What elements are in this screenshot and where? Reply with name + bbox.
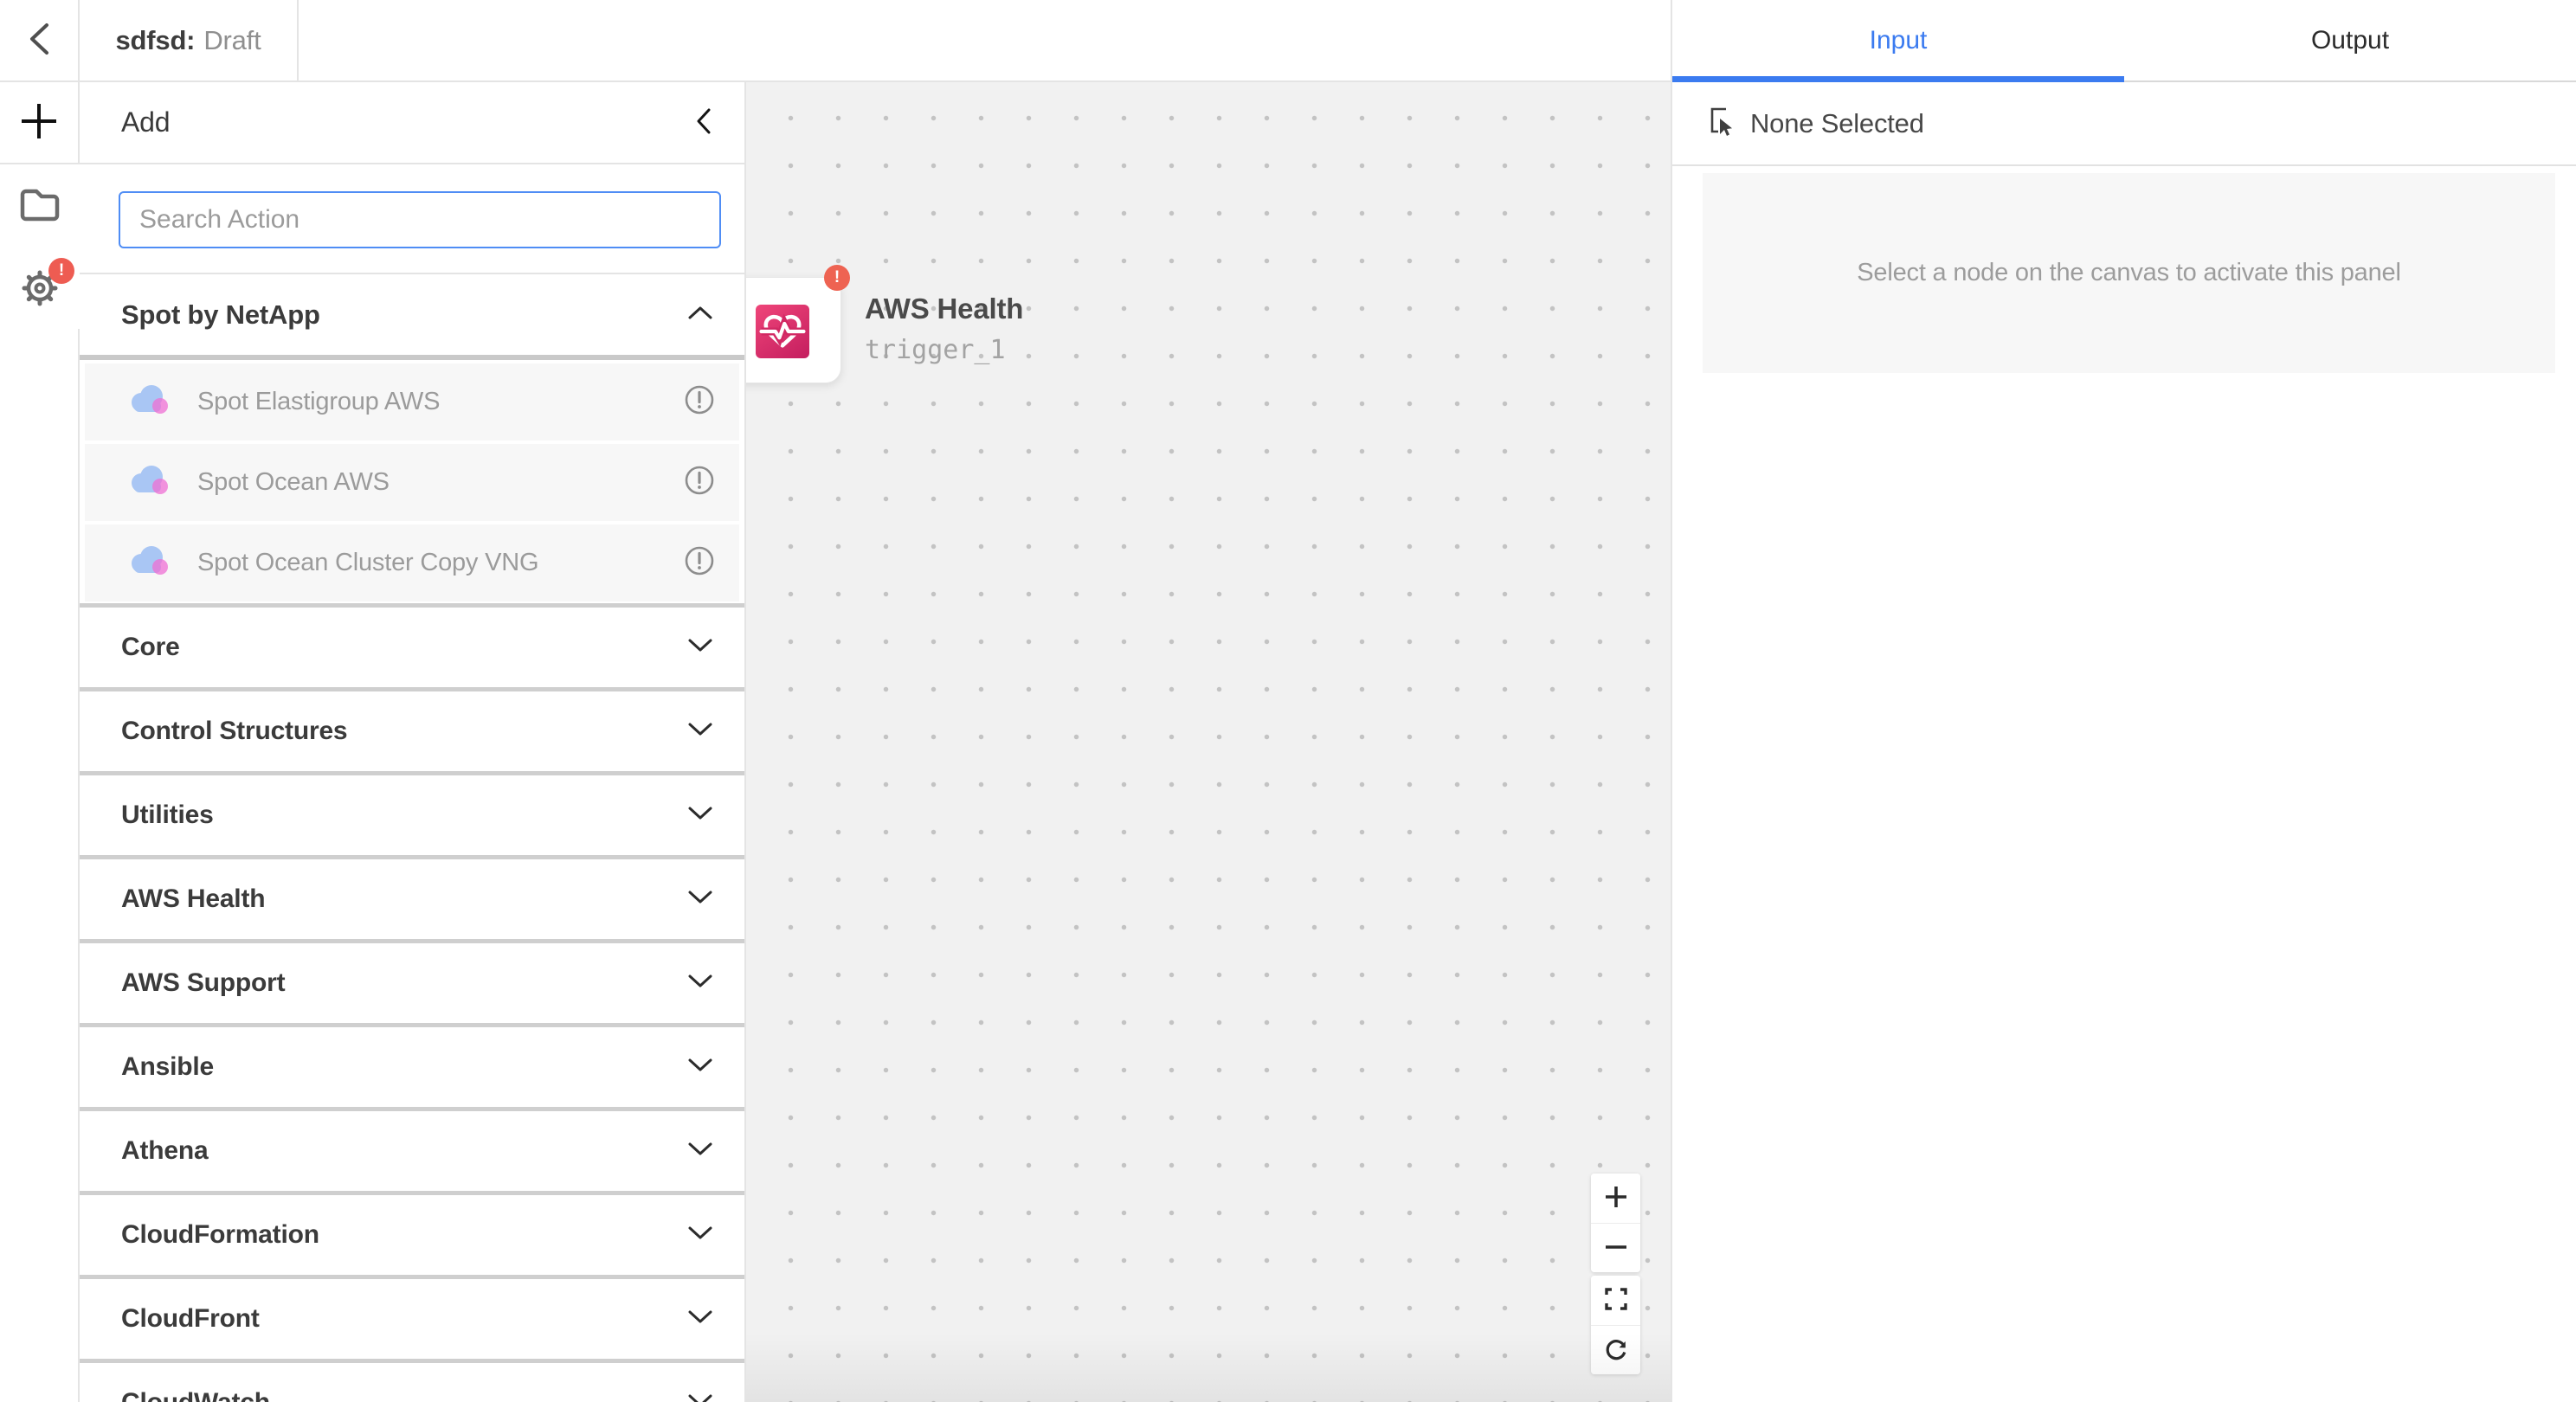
action-item-label: Spot Ocean Cluster Copy VNG <box>197 549 684 577</box>
section-label: CloudFront <box>121 1304 260 1334</box>
canvas-bottom-fade <box>746 1333 1671 1402</box>
zoom-controls <box>1591 1174 1640 1272</box>
info-circle-icon <box>684 545 715 581</box>
active-tab-underline <box>1672 76 2124 82</box>
inspector-empty-state: Select a node on the canvas to activate … <box>1703 173 2555 373</box>
fullscreen-icon <box>1604 1287 1628 1314</box>
zoom-in-button[interactable] <box>1591 1174 1640 1223</box>
cloud-icon <box>128 464 171 501</box>
fit-view-button[interactable] <box>1591 1276 1640 1325</box>
section-aws-health[interactable]: AWS Health <box>80 859 744 939</box>
settings-button[interactable]: ! <box>0 247 80 329</box>
workflow-name: sdfsd: <box>116 25 196 56</box>
chevron-left-icon <box>23 18 55 62</box>
action-item-label: Spot Elastigroup AWS <box>197 388 684 416</box>
node-inspector-panel: Input Output None Selected Select a node… <box>1671 0 2576 1402</box>
chevron-down-icon <box>687 806 713 825</box>
folder-icon <box>19 186 61 225</box>
section-label: CloudWatch <box>121 1388 270 1402</box>
chevron-down-icon <box>687 1309 713 1328</box>
chevron-down-icon <box>687 1142 713 1161</box>
chevron-down-icon <box>687 1393 713 1402</box>
sidebar-header: Add <box>80 82 744 164</box>
workflow-status: Draft <box>203 25 261 56</box>
section-label: Spot by NetApp <box>121 299 320 331</box>
minus-icon <box>1603 1234 1629 1263</box>
section-cloudformation[interactable]: CloudFormation <box>80 1195 744 1275</box>
section-cloudfront[interactable]: CloudFront <box>80 1279 744 1359</box>
plus-icon <box>1603 1184 1629 1212</box>
cloud-icon <box>128 383 171 421</box>
action-item-spot-ocean-cluster-copy-vng[interactable]: Spot Ocean Cluster Copy VNG <box>85 524 739 601</box>
tab-input[interactable]: Input <box>1672 0 2124 80</box>
section-divider <box>80 355 744 360</box>
chevron-down-icon <box>687 1058 713 1077</box>
chevron-down-icon <box>687 890 713 909</box>
back-button[interactable] <box>0 0 80 80</box>
chevron-down-icon <box>687 974 713 993</box>
aws-health-heartbeat-icon <box>756 305 809 358</box>
section-ansible[interactable]: Ansible <box>80 1027 744 1107</box>
section-label: Ansible <box>121 1052 214 1082</box>
chevron-down-icon <box>687 722 713 741</box>
section-label: Utilities <box>121 801 214 830</box>
refresh-icon <box>1603 1336 1629 1365</box>
collapse-sidebar-button[interactable] <box>694 106 713 138</box>
sidebar-title: Add <box>121 106 170 138</box>
workflows-folder-button[interactable] <box>0 164 80 247</box>
info-circle-icon <box>684 465 715 500</box>
cursor-select-icon <box>1707 106 1735 141</box>
workflow-title: sdfsd:Draft <box>80 0 299 80</box>
node-id: trigger_1 <box>865 335 1006 365</box>
tab-output[interactable]: Output <box>2124 0 2576 80</box>
chevron-up-icon <box>687 305 713 325</box>
search-action-input[interactable] <box>119 191 721 248</box>
info-circle-icon <box>684 384 715 420</box>
section-control-structures[interactable]: Control Structures <box>80 691 744 771</box>
cloud-icon <box>128 544 171 582</box>
sidebar-search-section <box>80 164 744 274</box>
selection-status-label: None Selected <box>1750 108 1924 139</box>
section-utilities[interactable]: Utilities <box>80 775 744 855</box>
action-item-label: Spot Ocean AWS <box>197 468 684 497</box>
node-error-badge: ! <box>824 265 850 291</box>
section-label: Athena <box>121 1136 208 1166</box>
action-item-spot-ocean-aws[interactable]: Spot Ocean AWS <box>85 444 739 521</box>
left-icon-rail: ! <box>0 82 80 1402</box>
node-title: AWS Health <box>865 293 1023 325</box>
view-controls <box>1591 1276 1640 1374</box>
plus-icon <box>19 101 59 144</box>
section-label: AWS Support <box>121 968 285 998</box>
section-athena[interactable]: Athena <box>80 1111 744 1191</box>
add-action-sidebar: Add Spot by NetApp Spot Elastigroup AWS <box>80 82 746 1402</box>
workflow-editor: sdfsd:Draft </> Save Workflow <box>0 0 2576 1402</box>
new-workflow-button[interactable] <box>0 82 78 163</box>
section-label: Control Structures <box>121 717 347 746</box>
chevron-left-icon <box>694 106 713 138</box>
chevron-down-icon <box>687 638 713 657</box>
section-cloudwatch[interactable]: CloudWatch <box>80 1363 744 1402</box>
selection-status-row: None Selected <box>1672 82 2576 166</box>
reset-view-button[interactable] <box>1591 1325 1640 1374</box>
inspector-tabs: Input Output <box>1672 0 2576 82</box>
section-aws-support[interactable]: AWS Support <box>80 943 744 1023</box>
inspector-empty-message: Select a node on the canvas to activate … <box>1857 259 2400 287</box>
chevron-down-icon <box>687 1225 713 1244</box>
workflow-canvas[interactable]: ! AWS Health trigger_1 <box>746 82 1671 1402</box>
section-core[interactable]: Core <box>80 608 744 687</box>
section-label: AWS Health <box>121 884 265 914</box>
settings-alert-badge: ! <box>48 258 74 284</box>
section-label: CloudFormation <box>121 1220 319 1250</box>
action-item-spot-elastigroup-aws[interactable]: Spot Elastigroup AWS <box>85 363 739 441</box>
section-spot-by-netapp[interactable]: Spot by NetApp <box>80 274 744 355</box>
section-label: Core <box>121 633 180 662</box>
trigger-node-card[interactable] <box>746 277 841 383</box>
zoom-out-button[interactable] <box>1591 1223 1640 1272</box>
